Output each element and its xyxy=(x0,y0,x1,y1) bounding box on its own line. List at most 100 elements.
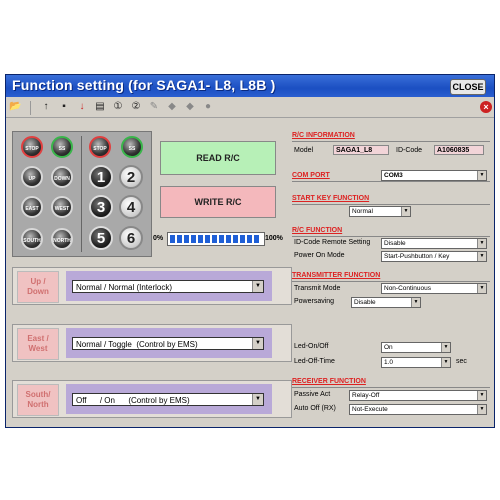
led-on-off-select[interactable]: On ▼ xyxy=(381,342,451,353)
chevron-down-icon[interactable]: ▼ xyxy=(252,338,263,349)
progress-segment xyxy=(198,235,203,243)
up-down-button[interactable]: Up / Down xyxy=(17,271,59,303)
remote-keypad: STOP SS STOP SS UP DOWN 1 2 EAST WEST 3 … xyxy=(12,131,152,257)
up-down-select[interactable]: Normal / Normal (Interlock) ▼ xyxy=(72,280,264,293)
powersaving-select[interactable]: Disable ▼ xyxy=(351,297,421,308)
rc-information-heading: R/C INFORMATION xyxy=(292,132,355,139)
divider xyxy=(292,236,490,237)
divider xyxy=(292,181,490,182)
key-6[interactable]: 6 xyxy=(119,226,143,250)
north-key[interactable]: NORTH xyxy=(51,228,73,250)
keypad-divider xyxy=(81,136,82,252)
circle-icon[interactable]: ● xyxy=(202,101,214,113)
power-on-mode-label: Power On Mode xyxy=(294,252,345,259)
progress-segment xyxy=(191,235,196,243)
transmit-mode-value: Non-Continuous xyxy=(384,285,431,292)
rc-function-heading: R/C FUNCTION xyxy=(292,227,343,234)
south-north-select[interactable]: Off / On (Control by EMS) ▼ xyxy=(72,393,264,406)
east-west-button[interactable]: East / West xyxy=(17,328,59,360)
progress-max-label: 100% xyxy=(265,235,283,242)
passive-act-select[interactable]: Relay-Off ▼ xyxy=(349,390,487,401)
key-5[interactable]: 5 xyxy=(89,226,113,250)
east-west-group: East / West Normal / Toggle (Control by … xyxy=(12,324,292,362)
chevron-down-icon[interactable]: ▼ xyxy=(477,284,486,293)
chevron-down-icon[interactable]: ▼ xyxy=(441,358,450,367)
chevron-down-icon[interactable]: ▼ xyxy=(401,207,410,216)
close-icon[interactable]: × xyxy=(480,101,492,113)
progress-segment xyxy=(219,235,224,243)
up-down-select-value: Normal / Normal (Interlock) xyxy=(76,283,173,292)
com-port-select[interactable]: COM3 ▼ xyxy=(381,170,487,181)
auto-off-select[interactable]: Not-Execute ▼ xyxy=(349,404,487,415)
start-key-value: Normal xyxy=(352,208,373,215)
close-button[interactable]: CLOSE xyxy=(450,79,486,95)
write-rc-button[interactable]: WRITE R/C xyxy=(160,186,276,218)
transmitter-heading: TRANSMITTER FUNCTION xyxy=(292,272,381,279)
chevron-down-icon[interactable]: ▼ xyxy=(252,281,263,292)
led-off-time-select[interactable]: 1.0 ▼ xyxy=(381,357,451,368)
chevron-down-icon[interactable]: ▼ xyxy=(441,343,450,352)
model-label: Model xyxy=(294,147,314,154)
chevron-down-icon[interactable]: ▼ xyxy=(477,405,486,414)
folder-open-icon[interactable]: 📂 xyxy=(9,101,21,113)
key-2[interactable]: 2 xyxy=(119,165,143,189)
progress-segment xyxy=(170,235,175,243)
east-west-button-label: East / West xyxy=(27,334,49,353)
south-north-button[interactable]: South/ North xyxy=(17,384,59,416)
progress-segment xyxy=(184,235,189,243)
chevron-down-icon[interactable]: ▼ xyxy=(477,171,486,180)
east-key[interactable]: EAST xyxy=(21,196,43,218)
progress-segment xyxy=(240,235,245,243)
divider xyxy=(292,141,490,142)
passive-act-label: Passive Act xyxy=(294,391,331,398)
tag-1-icon[interactable]: ◆ xyxy=(166,101,178,113)
read-rc-button[interactable]: READ R/C xyxy=(160,141,276,175)
progress-bar xyxy=(167,232,265,246)
south-north-select-value: Off / On (Control by EMS) xyxy=(76,396,190,405)
info-2-icon[interactable]: ② xyxy=(130,101,142,113)
printer-icon[interactable]: ▤ xyxy=(94,101,106,113)
chevron-down-icon[interactable]: ▼ xyxy=(252,394,263,405)
up-down-group: Up / Down Normal / Normal (Interlock) ▼ xyxy=(12,267,292,305)
chevron-down-icon[interactable]: ▼ xyxy=(477,239,486,248)
tag-2-icon[interactable]: ◆ xyxy=(184,101,196,113)
east-west-select[interactable]: Normal / Toggle (Control by EMS) ▼ xyxy=(72,337,264,350)
south-key[interactable]: SOUTH xyxy=(21,228,43,250)
up-key[interactable]: UP xyxy=(21,166,43,188)
arrow-down-icon[interactable]: ↓ xyxy=(76,101,88,113)
progress-segment xyxy=(177,235,182,243)
transmit-mode-select[interactable]: Non-Continuous ▼ xyxy=(381,283,487,294)
led-off-time-value: 1.0 xyxy=(384,359,394,366)
divider xyxy=(292,281,490,282)
chevron-down-icon[interactable]: ▼ xyxy=(477,252,486,261)
chevron-down-icon[interactable]: ▼ xyxy=(477,391,486,400)
arrow-up-icon[interactable]: ↑ xyxy=(40,101,52,113)
ss-key[interactable]: SS xyxy=(51,136,73,158)
up-down-select-frame: Normal / Normal (Interlock) ▼ xyxy=(66,271,272,301)
progress-segment xyxy=(212,235,217,243)
down-key[interactable]: DOWN xyxy=(51,166,73,188)
pencil-icon[interactable]: ✎ xyxy=(148,101,160,113)
id-code-remote-select[interactable]: Disable ▼ xyxy=(381,238,487,249)
up-down-button-label: Up / Down xyxy=(27,277,49,296)
stop-key[interactable]: STOP xyxy=(21,136,43,158)
save-icon[interactable]: ▪ xyxy=(58,101,70,113)
window-title: Function setting (for SAGA1- L8, L8B ) xyxy=(12,77,276,93)
chevron-down-icon[interactable]: ▼ xyxy=(411,298,420,307)
divider xyxy=(292,387,490,388)
start-key-select[interactable]: Normal ▼ xyxy=(349,206,411,217)
id-code-remote-value: Disable xyxy=(384,240,406,247)
divider xyxy=(292,204,490,205)
toolbar: 📂 ↑ ▪ ↓ ▤ ① ② ✎ ◆ ◆ ● × xyxy=(6,99,494,118)
east-west-select-frame: Normal / Toggle (Control by EMS) ▼ xyxy=(66,328,272,358)
ss-key-2[interactable]: SS xyxy=(121,136,143,158)
start-key-heading: START KEY FUNCTION xyxy=(292,195,370,202)
stop-key-2[interactable]: STOP xyxy=(89,136,111,158)
key-3[interactable]: 3 xyxy=(89,195,113,219)
key-1[interactable]: 1 xyxy=(89,165,113,189)
power-on-mode-select[interactable]: Start-Pushbutton / Key ▼ xyxy=(381,251,487,262)
title-bar: Function setting (for SAGA1- L8, L8B ) C… xyxy=(6,75,494,97)
info-1-icon[interactable]: ① xyxy=(112,101,124,113)
key-4[interactable]: 4 xyxy=(119,195,143,219)
west-key[interactable]: WEST xyxy=(51,196,73,218)
